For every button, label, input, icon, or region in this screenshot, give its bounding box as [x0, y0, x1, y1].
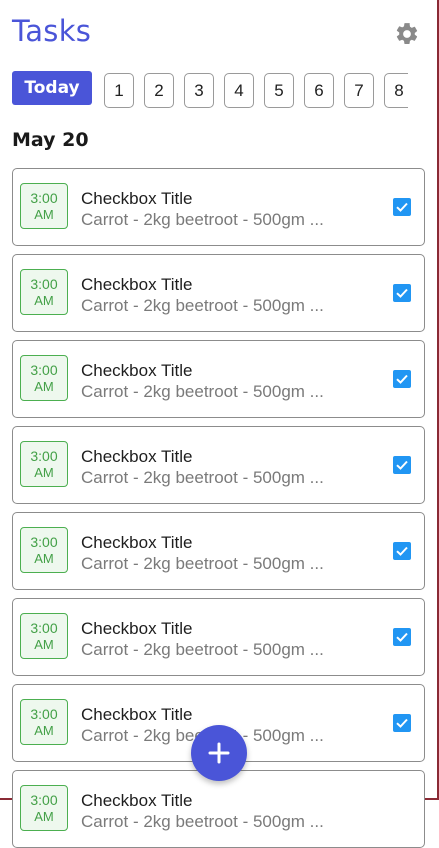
time-period: AM — [34, 808, 54, 824]
task-title: Checkbox Title — [81, 275, 193, 294]
checkmark-icon — [396, 718, 408, 728]
task-title: Checkbox Title — [81, 361, 193, 380]
checkmark-icon — [396, 374, 408, 384]
time-value: 3:00 — [30, 361, 58, 378]
task-title: Checkbox Title — [81, 447, 193, 466]
time-badge: 3:00 AM — [20, 269, 68, 315]
day-chip-2[interactable]: 2 — [144, 73, 174, 108]
time-value: 3:00 — [30, 619, 58, 636]
day-chip-6[interactable]: 6 — [304, 73, 334, 108]
task-description: Carrot - 2kg beetroot - 500gm ... — [81, 210, 324, 229]
plus-icon — [208, 742, 230, 764]
task-checkbox[interactable] — [393, 370, 411, 388]
task-checkbox[interactable] — [393, 542, 411, 560]
time-period: AM — [34, 722, 54, 738]
task-title: Checkbox Title — [81, 189, 193, 208]
task-card[interactable]: 3:00 AM Checkbox Title Carrot - 2kg beet… — [12, 340, 425, 418]
task-card[interactable]: 3:00 AM Checkbox Title Carrot - 2kg beet… — [12, 512, 425, 590]
time-period: AM — [34, 206, 54, 222]
task-checkbox[interactable] — [393, 628, 411, 646]
checkmark-icon — [396, 460, 408, 470]
task-card[interactable]: 3:00 AM Checkbox Title Carrot - 2kg beet… — [12, 770, 425, 848]
day-chip-4[interactable]: 4 — [224, 73, 254, 108]
time-period: AM — [34, 292, 54, 308]
task-title: Checkbox Title — [81, 533, 193, 552]
task-description: Carrot - 2kg beetroot - 500gm ... — [81, 554, 324, 573]
time-badge: 3:00 AM — [20, 699, 68, 745]
task-checkbox[interactable] — [393, 198, 411, 216]
time-value: 3:00 — [30, 705, 58, 722]
time-value: 3:00 — [30, 791, 58, 808]
task-title: Checkbox Title — [81, 619, 193, 638]
task-card[interactable]: 3:00 AM Checkbox Title Carrot - 2kg beet… — [12, 168, 425, 246]
time-period: AM — [34, 550, 54, 566]
task-description: Carrot - 2kg beetroot - 500gm ... — [81, 296, 324, 315]
time-period: AM — [34, 636, 54, 652]
time-value: 3:00 — [30, 275, 58, 292]
task-card[interactable]: 3:00 AM Checkbox Title Carrot - 2kg beet… — [12, 598, 425, 676]
task-description: Carrot - 2kg beetroot - 500gm ... — [81, 640, 324, 659]
time-badge: 3:00 AM — [20, 441, 68, 487]
task-checkbox[interactable] — [393, 456, 411, 474]
task-description: Carrot - 2kg beetroot - 500gm ... — [81, 382, 324, 401]
time-badge: 3:00 AM — [20, 183, 68, 229]
time-period: AM — [34, 378, 54, 394]
task-description: Carrot - 2kg beetroot - 500gm ... — [81, 468, 324, 487]
settings-button[interactable] — [392, 19, 422, 49]
task-checkbox[interactable] — [393, 284, 411, 302]
day-chip-8[interactable]: 8 — [384, 73, 408, 108]
task-title: Checkbox Title — [81, 705, 193, 724]
task-title: Checkbox Title — [81, 791, 193, 810]
time-badge: 3:00 AM — [20, 613, 68, 659]
time-badge: 3:00 AM — [20, 785, 68, 831]
add-task-button[interactable] — [191, 725, 247, 781]
checkmark-icon — [396, 202, 408, 212]
gear-icon — [396, 23, 418, 44]
day-chip-1[interactable]: 1 — [104, 73, 134, 108]
section-date-heading: May 20 — [12, 129, 89, 151]
day-chip-5[interactable]: 5 — [264, 73, 294, 108]
time-value: 3:00 — [30, 189, 58, 206]
time-badge: 3:00 AM — [20, 527, 68, 573]
task-card[interactable]: 3:00 AM Checkbox Title Carrot - 2kg beet… — [12, 254, 425, 332]
time-period: AM — [34, 464, 54, 480]
checkmark-icon — [396, 546, 408, 556]
day-chip-3[interactable]: 3 — [184, 73, 214, 108]
time-value: 3:00 — [30, 533, 58, 550]
date-strip: Today 1 2 3 4 5 6 7 8 — [12, 71, 408, 109]
task-description: Carrot - 2kg beetroot - 500gm ... — [81, 812, 324, 831]
checkmark-icon — [396, 288, 408, 298]
page-title: Tasks — [12, 14, 92, 48]
time-value: 3:00 — [30, 447, 58, 464]
time-badge: 3:00 AM — [20, 355, 68, 401]
today-button[interactable]: Today — [12, 71, 92, 105]
task-card[interactable]: 3:00 AM Checkbox Title Carrot - 2kg beet… — [12, 426, 425, 504]
day-chip-7[interactable]: 7 — [344, 73, 374, 108]
checkmark-icon — [396, 632, 408, 642]
task-checkbox[interactable] — [393, 714, 411, 732]
